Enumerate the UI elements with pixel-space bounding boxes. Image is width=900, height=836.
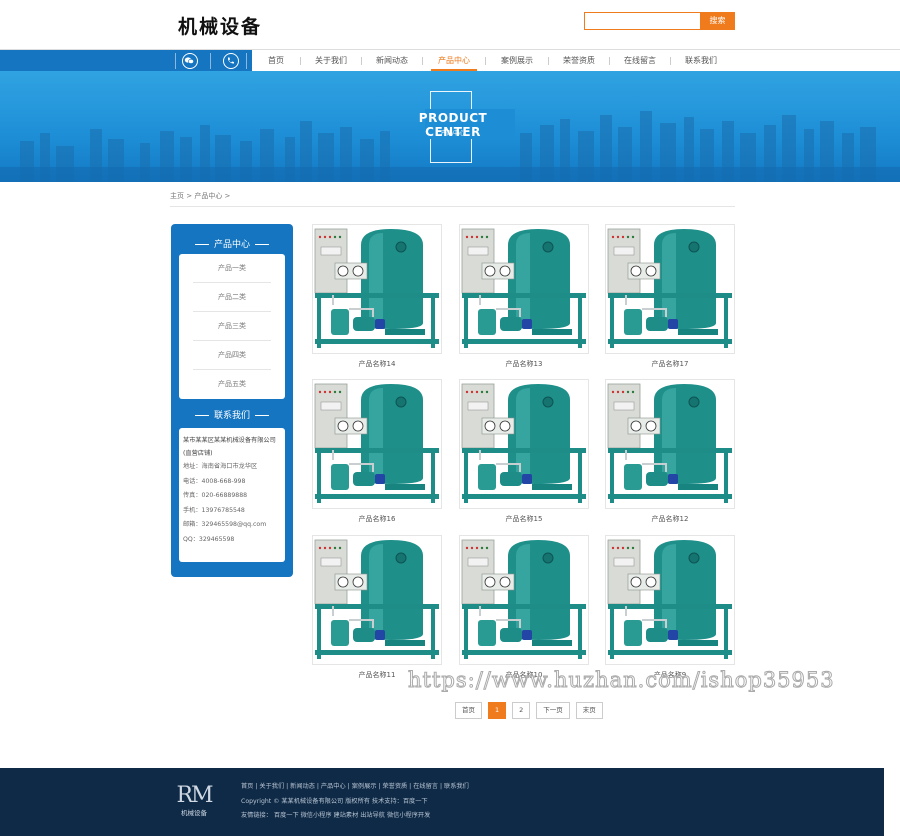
nav-item-message[interactable]: 在线留言 — [610, 50, 670, 72]
contact-address: 地址：海南省海口市龙华区 — [183, 463, 258, 470]
breadcrumb[interactable]: 主页 > 产品中心 > — [170, 191, 230, 201]
product-name[interactable]: 产品名称16 — [312, 514, 442, 524]
footer-logo-mark: RM — [176, 783, 213, 808]
product-card[interactable]: 产品名称15 — [459, 379, 589, 524]
nav-item-cases[interactable]: 案例展示 — [486, 50, 548, 72]
sidebar-contact-heading: 联系我们 — [171, 408, 293, 421]
watermark-text: https://www.huzhan.com/ishop35953 — [408, 668, 835, 693]
nav-item-about[interactable]: 关于我们 — [301, 50, 361, 72]
contact-fax: 传真：020-66889888 — [183, 492, 248, 499]
divider — [175, 53, 176, 69]
product-card[interactable]: 产品名称16 — [312, 379, 442, 524]
last-page-button[interactable]: 末页 — [575, 702, 603, 719]
product-name[interactable]: 产品名称15 — [459, 514, 589, 524]
product-image[interactable] — [605, 535, 735, 665]
wechat-icon[interactable] — [182, 53, 198, 69]
category-list: 产品一类 产品二类 产品三类 产品四类 产品五类 — [179, 254, 285, 399]
product-image[interactable] — [459, 224, 589, 354]
page-1-button[interactable]: 1 — [488, 702, 507, 719]
divider — [210, 53, 211, 69]
category-item[interactable]: 产品三类 — [193, 312, 271, 341]
product-name[interactable]: 产品名称14 — [312, 359, 442, 369]
pagination: 首页 1 2 下一页 末页 — [455, 702, 603, 719]
main-nav: 首页 关于我们 新闻动态 产品中心 案例展示 荣誉资质 在线留言 联系我们 — [0, 49, 900, 72]
banner-subtitle: 产品中心 — [440, 130, 465, 137]
footer-copyright: Copyright © 某某机械设备有限公司 版权所有 技术支持：百度一下 — [241, 798, 428, 805]
product-card[interactable]: 产品名称11 — [312, 535, 442, 680]
nav-item-products[interactable]: 产品中心 — [423, 50, 485, 72]
sidebar-category-title: 产品中心 — [213, 240, 250, 250]
menu-bar: 首页 关于我们 新闻动态 产品中心 案例展示 荣誉资质 在线留言 联系我们 — [252, 50, 731, 72]
search-input[interactable] — [584, 12, 701, 30]
contact-qq: QQ：329465598 — [183, 535, 235, 543]
product-name[interactable]: 产品名称17 — [605, 359, 735, 369]
product-name[interactable]: 产品名称12 — [605, 514, 735, 524]
site-logo[interactable]: 机械设备 — [178, 12, 262, 39]
sidebar-category-heading: 产品中心 — [171, 237, 293, 250]
divider — [246, 53, 247, 69]
product-image[interactable] — [459, 535, 589, 665]
category-item[interactable]: 产品五类 — [193, 370, 271, 399]
nav-item-honors[interactable]: 荣誉资质 — [549, 50, 609, 72]
divider — [170, 206, 735, 207]
sidebar-contact-title: 联系我们 — [213, 411, 250, 421]
product-card[interactable]: 产品名称10 — [459, 535, 589, 680]
footer: RM 机械设备 首页 | 关于我们 | 新闻动态 | 产品中心 | 案例展示 |… — [0, 768, 884, 836]
product-image[interactable] — [605, 379, 735, 509]
nav-item-news[interactable]: 新闻动态 — [362, 50, 422, 72]
product-card[interactable]: 产品名称12 — [605, 379, 735, 524]
product-card[interactable]: 产品名称9 — [605, 535, 735, 680]
product-image[interactable] — [312, 535, 442, 665]
contact-mobile: 手机：13976785548 — [183, 506, 245, 514]
product-image[interactable] — [312, 379, 442, 509]
category-item[interactable]: 产品四类 — [193, 341, 271, 370]
first-page-button[interactable]: 首页 — [455, 702, 482, 719]
next-page-button[interactable]: 下一页 — [536, 702, 570, 719]
category-item[interactable]: 产品一类 — [193, 254, 271, 283]
product-card[interactable]: 产品名称13 — [459, 224, 589, 369]
nav-item-contact[interactable]: 联系我们 — [671, 50, 731, 72]
footer-friend-links[interactable]: 友情链接： 百度一下 微信小程序 建站素材 出站导航 微信小程序开发 — [241, 810, 430, 819]
category-item[interactable]: 产品二类 — [193, 283, 271, 312]
product-image[interactable] — [312, 224, 442, 354]
product-image[interactable] — [605, 224, 735, 354]
footer-logo-text: 机械设备 — [181, 809, 207, 817]
contact-email[interactable]: 邮箱：329465598@qq.com — [183, 518, 281, 533]
product-card[interactable]: 产品名称17 — [605, 224, 735, 369]
phone-icon[interactable] — [223, 53, 239, 69]
footer-links[interactable]: 首页 | 关于我们 | 新闻动态 | 产品中心 | 案例展示 | 荣誉资质 | … — [241, 781, 469, 790]
contact-phone: 电话：4008-668-998 — [183, 477, 246, 485]
footer-logo[interactable]: RM 机械设备 — [172, 784, 216, 822]
product-card[interactable]: 产品名称14 — [312, 224, 442, 369]
page-banner: PRODUCT CENTER 产品中心 — [0, 71, 900, 182]
header: 机械设备 搜索 — [0, 0, 900, 49]
search-button[interactable]: 搜索 — [700, 12, 735, 30]
product-name[interactable]: 产品名称13 — [459, 359, 589, 369]
sidebar: 产品中心 产品一类 产品二类 产品三类 产品四类 产品五类 联系我们 某市某某区… — [171, 224, 293, 577]
nav-item-home[interactable]: 首页 — [252, 50, 300, 72]
contact-company: 某市某某区某某机械设备有限公司(直营店铺) — [183, 437, 276, 457]
page-2-button[interactable]: 2 — [512, 702, 531, 719]
contact-info: 某市某某区某某机械设备有限公司(直营店铺) 地址：海南省海口市龙华区 电话：40… — [179, 428, 285, 562]
nav-contact-strip — [0, 50, 252, 72]
product-image[interactable] — [459, 379, 589, 509]
